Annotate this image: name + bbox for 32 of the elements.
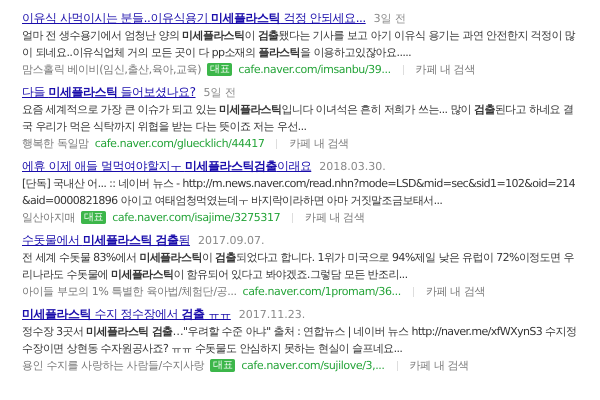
cafe-search-link[interactable]: 카페 내 검색 (289, 135, 349, 152)
representative-badge: 대표 (210, 359, 236, 372)
cafe-url-link[interactable]: cafe.naver.com/gluecklich/44417 (94, 135, 264, 152)
result-date: 2017.09.07. (198, 233, 264, 249)
cafe-name: 맘스홀릭 베이비(임신,출산,육아,교육) (22, 62, 202, 78)
result-snippet: 요즘 세계적으로 가장 큰 이슈가 되고 있는 미세플라스틱입니다 이녀석은 흔히 저희가 쓰는... 많이 검출된다고 하네요 결국 우리가 먹은 식탁까지 위협을 받는 다는 뜻이죠 저는 우선... (22, 102, 574, 135)
result-date: 5일 전 (204, 85, 236, 101)
cafe-search-link[interactable]: 카페 내 검색 (410, 357, 469, 374)
cafe-url-link[interactable]: cafe.naver.com/1promam/36... (242, 283, 401, 300)
cafe-url-link[interactable]: cafe.naver.com/isajime/3275317 (112, 209, 280, 226)
result-title-link[interactable]: 에휴 이제 애들 멀먹여야할지ㅜ 미세플라스틱검출이래요 (22, 158, 312, 175)
cafe-search-link[interactable]: 카페 내 검색 (416, 61, 475, 78)
cafe-url-link[interactable]: cafe.naver.com/sujilove/3,... (241, 357, 384, 374)
result-snippet: [단독] 국내산 어... :: 네이버 뉴스 - http://m.news.naver.com/read.nhn?mode=LSD&mid=sec&sid1=102&oid=214&aid=0000821896 아이고 여태엄청먹였는데ㅜ 바지락이라하면 아마 거짓말조금보태서... (22, 176, 576, 209)
result-date: 3일 전 (374, 11, 406, 27)
result-title-link[interactable]: 미세플라스틱 수지 정수장에서 검출 ㅠㅠ (22, 306, 231, 323)
cafe-search-link[interactable]: 카페 내 검색 (305, 209, 364, 226)
cafe-name: 행복한 독일맘 (22, 136, 89, 152)
result-title-link[interactable]: 다들 미세플라스틱 들어보셨나요? (22, 84, 196, 101)
cafe-name: 일산아지매 (22, 210, 76, 226)
result-snippet: 정수장 3곳서 미세플라스틱 검출…"우려할 수준 아냐" 출처 : 연합뉴스 | 네이버 뉴스 http://naver.me/xfWXynS3 수지정수장이면 상현동 수자원공사죠? ㅠㅠ 수돗물도 안심하지 못하는 현실이 슬프네요... (22, 324, 578, 357)
representative-badge: 대표 (207, 63, 232, 76)
result-date: 2018.03.30. (319, 159, 386, 175)
cafe-url-link[interactable]: cafe.naver.com/imsanbu/39... (238, 61, 391, 78)
cafe-name: 아이들 부모의 1% 특별한 육아법/체험단/공... (22, 284, 237, 300)
result-snippet: 전 세계 수돗물 83%에서 미세플라스틱이 검출되었다고 합니다. 1위가 미국으로 94%제일 낮은 유럽이 72%이정도면 우리나라도 수돗물에 미세플라스틱이 함유되어 있다고 봐야겠죠.그렇담 모든 반조리... (22, 250, 575, 283)
representative-badge: 대표 (81, 211, 106, 224)
cafe-name: 용인 수지를 사랑하는 사람들/수지사랑 (22, 358, 204, 374)
result-date: 2017.11.23. (238, 307, 306, 323)
result-title-link[interactable]: 이유식 사먹이시는 분들..이유식용기 미세플라스틱 걱정 안되세요... (22, 10, 366, 27)
cafe-search-link[interactable]: 카페 내 검색 (426, 283, 486, 300)
result-snippet: 얼마 전 생수용기에서 엄청난 양의 미세플라스틱이 검출됐다는 기사를 보고 아기 이유식 용기는 과연 안전한지 걱정이 많이 되네요..이유식업체 거의 모든 곳이 다 pp소재의 플라스틱을 이용하고있잖아요..... (22, 28, 576, 61)
